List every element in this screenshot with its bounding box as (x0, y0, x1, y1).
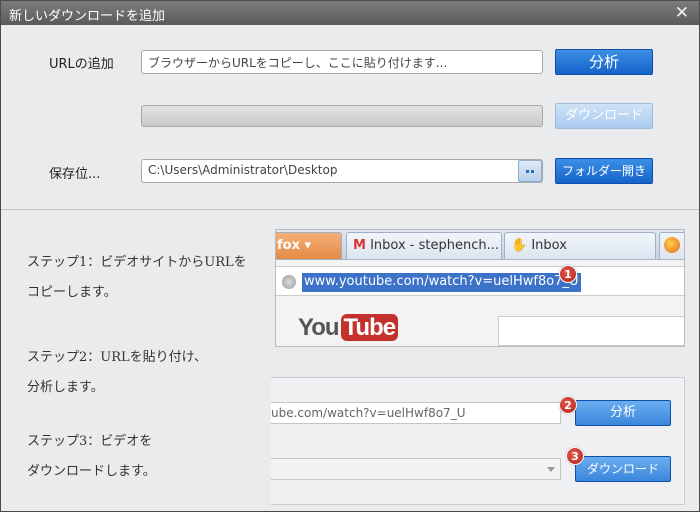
browser-tab-gmail: M Inbox - stephench... (346, 232, 502, 259)
save-path-field[interactable]: C:\Users\Administrator\Desktop (141, 159, 543, 183)
youtube-search-box (498, 316, 684, 346)
chevron-down-icon (547, 467, 555, 472)
step-3-line-1: ステップ3：ビデオを (27, 434, 153, 449)
step-1-text: ステップ1：ビデオサイトからURLを コピーします。 (27, 248, 247, 308)
section-divider (1, 209, 699, 210)
step-1-line-1: ステップ1：ビデオサイトからURLを (27, 255, 247, 270)
step-1-line-2: コピーします。 (27, 285, 117, 300)
browser-address-bar: www.youtube.com/watch?v=uelHwf8o7_U (276, 266, 684, 296)
step-2-line-1: ステップ2：URLを貼り付け、 (27, 350, 207, 365)
title-bar: 新しいダウンロードを追加 ✕ (1, 1, 699, 25)
youtube-logo: You Tube (298, 314, 399, 342)
illustration-dropdown (271, 458, 561, 480)
url-input[interactable]: ブラウザーからURLをコピーし、ここに貼り付けます... (141, 50, 543, 74)
browser-tab-inbox: ✋ Inbox (504, 232, 656, 259)
browser-tab-firefox (659, 232, 684, 259)
step-badge-1: 1 (559, 265, 577, 283)
dialog-title: 新しいダウンロードを追加 (9, 9, 166, 24)
step-badge-3: 3 (566, 447, 584, 465)
youtube-logo-you: You (298, 314, 340, 341)
illustration-download-button: ダウンロード (575, 456, 671, 482)
analyze-button[interactable]: 分析 (555, 49, 653, 75)
download-button[interactable]: ダウンロード (555, 103, 653, 129)
step-3-line-2: ダウンロードします。 (27, 464, 156, 479)
browser-tab-row: fox ▾ M Inbox - stephench... ✋ Inbox (276, 230, 684, 260)
open-folder-button[interactable]: フォルダー開き (555, 158, 653, 184)
highlighted-url: www.youtube.com/watch?v=uelHwf8o7_U (302, 273, 581, 292)
hand-icon: ✋ (511, 238, 528, 253)
add-download-dialog: 新しいダウンロードを追加 ✕ URLの追加 ブラウザーからURLをコピーし、ここ… (0, 0, 700, 512)
step-3-text: ステップ3：ビデオを ダウンロードします。 (27, 427, 156, 487)
url-label: URLの追加 (49, 57, 114, 72)
browse-folder-icon[interactable] (518, 160, 542, 182)
gmail-icon: M (353, 238, 366, 253)
firefox-icon (664, 237, 680, 253)
globe-icon (282, 275, 296, 289)
browser-tab-firefox-menu: fox ▾ (276, 232, 342, 259)
step-2-line-2: 分析します。 (27, 380, 104, 395)
browser-tab-gmail-label: Inbox - stephench... (370, 238, 499, 253)
youtube-logo-tube: Tube (340, 314, 399, 341)
save-location-label: 保存位... (49, 167, 101, 182)
close-icon[interactable]: ✕ (675, 2, 689, 24)
illustration-analyze-button: 分析 (575, 400, 671, 426)
step-badge-2: 2 (559, 396, 577, 414)
app-illustration: ube.com/watch?v=uelHwf8o7_U 分析 ダウンロード (271, 377, 685, 505)
step-2-text: ステップ2：URLを貼り付け、 分析します。 (27, 343, 207, 403)
browser-tab-inbox-label: Inbox (531, 238, 567, 253)
browser-illustration: fox ▾ M Inbox - stephench... ✋ Inbox www… (275, 229, 685, 347)
download-progress-bar (141, 105, 543, 127)
illustration-url-field: ube.com/watch?v=uelHwf8o7_U (271, 402, 561, 424)
